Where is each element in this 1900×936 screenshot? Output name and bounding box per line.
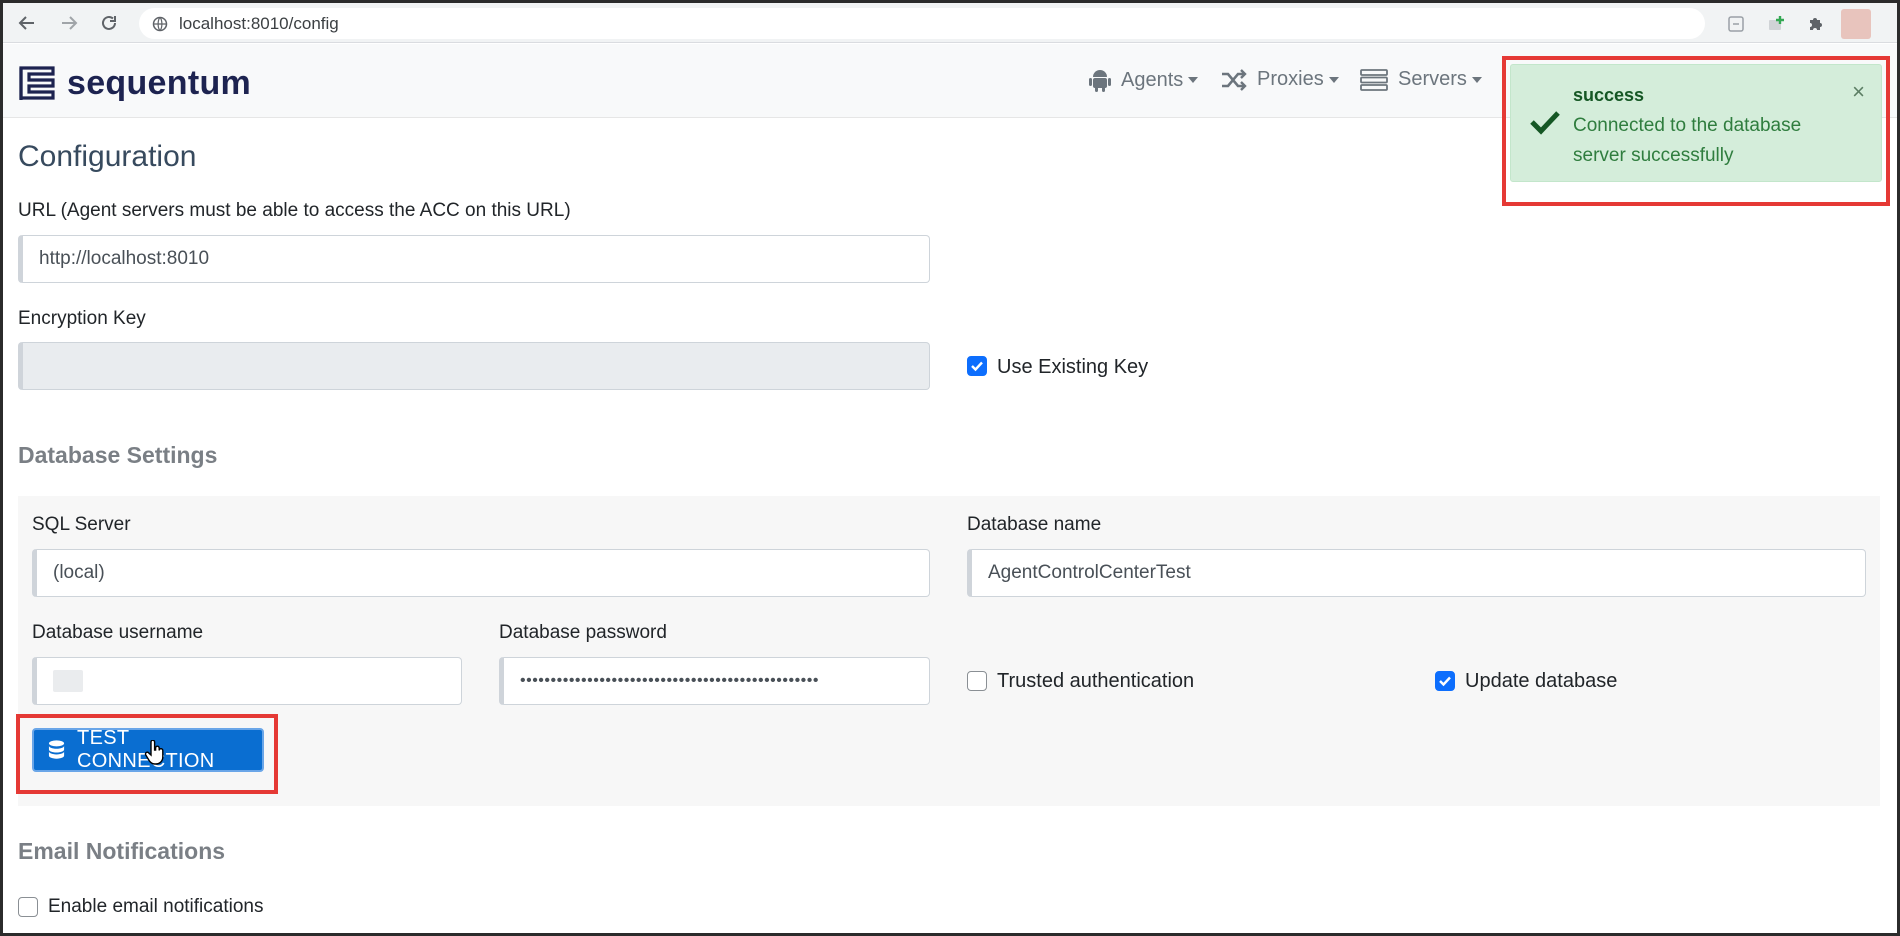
menu-agents-label: Agents	[1121, 68, 1184, 91]
database-username-value	[53, 670, 83, 692]
logo-text: sequentum	[67, 64, 252, 102]
sql-server-input[interactable]: (local)	[32, 549, 930, 597]
database-username-label: Database username	[32, 622, 204, 643]
encryption-key-input[interactable]	[18, 342, 930, 390]
database-password-input[interactable]: ••••••••••••••••••••••••••••••••••••••••…	[499, 657, 930, 705]
sequentum-logo-icon	[19, 65, 55, 100]
update-database-label: Update database	[1465, 670, 1618, 692]
success-toast: success Connected to the database server…	[1510, 64, 1882, 182]
email-notifications-title: Email Notifications	[18, 838, 226, 864]
database-settings-title: Database Settings	[18, 442, 218, 468]
menu-servers[interactable]: Servers	[1360, 68, 1482, 91]
logo[interactable]: sequentum	[19, 64, 251, 103]
url-input[interactable]: http://localhost:8010	[18, 235, 930, 283]
sql-server-label: SQL Server	[32, 514, 131, 535]
puzzle-icon[interactable]	[1805, 13, 1827, 35]
use-existing-key-checkbox[interactable]	[967, 356, 987, 376]
server-icon	[1360, 68, 1388, 91]
toast-message: Connected to the database server success…	[1573, 115, 1802, 166]
enable-email-checkbox[interactable]	[18, 897, 38, 917]
forward-icon[interactable]	[55, 9, 83, 37]
back-icon[interactable]	[13, 9, 41, 37]
enable-email-label: Enable email notifications	[48, 896, 264, 917]
encryption-key-label: Encryption Key	[18, 308, 146, 329]
database-name-label: Database name	[967, 514, 1102, 535]
chevron-down-icon	[1188, 77, 1199, 83]
checkmark-icon	[1439, 676, 1451, 687]
page-title: Configuration	[18, 140, 197, 173]
android-icon	[1089, 68, 1111, 92]
extension-icon[interactable]	[1725, 13, 1747, 35]
database-name-input[interactable]: AgentControlCenterTest	[967, 549, 1866, 597]
close-icon[interactable]: ×	[1852, 79, 1865, 105]
trusted-authentication-checkbox[interactable]	[967, 671, 987, 691]
database-settings-panel	[18, 496, 1880, 806]
database-icon	[48, 740, 65, 759]
chevron-down-icon	[1328, 76, 1339, 83]
globe-icon	[151, 15, 169, 33]
address-bar[interactable]: localhost:8010/config	[139, 8, 1705, 39]
menu-servers-label: Servers	[1398, 68, 1467, 90]
browser-toolbar: localhost:8010/config	[3, 3, 1897, 43]
url-label: URL (Agent servers must be able to acces…	[18, 200, 571, 221]
menu-proxies[interactable]: Proxies	[1221, 68, 1339, 91]
database-username-input[interactable]	[32, 657, 462, 705]
trusted-authentication-label: Trusted authentication	[997, 670, 1195, 692]
profile-avatar[interactable]	[1841, 9, 1871, 39]
reload-icon[interactable]	[95, 9, 123, 37]
checkmark-icon	[1529, 109, 1561, 140]
menu-agents[interactable]: Agents	[1089, 68, 1199, 92]
use-existing-key-label: Use Existing Key	[997, 356, 1149, 378]
hand-cursor-icon	[144, 739, 166, 771]
update-database-checkbox[interactable]	[1435, 671, 1455, 691]
url-text: localhost:8010/config	[179, 13, 339, 33]
checkmark-icon	[971, 361, 983, 372]
add-extension-icon[interactable]	[1765, 13, 1787, 35]
chevron-down-icon	[1471, 76, 1482, 83]
test-connection-label: TEST CONNECTION	[77, 727, 215, 772]
toast-title: success	[1573, 85, 1645, 105]
database-password-label: Database password	[499, 622, 667, 643]
shuffle-icon	[1221, 68, 1247, 91]
menu-proxies-label: Proxies	[1257, 68, 1324, 90]
